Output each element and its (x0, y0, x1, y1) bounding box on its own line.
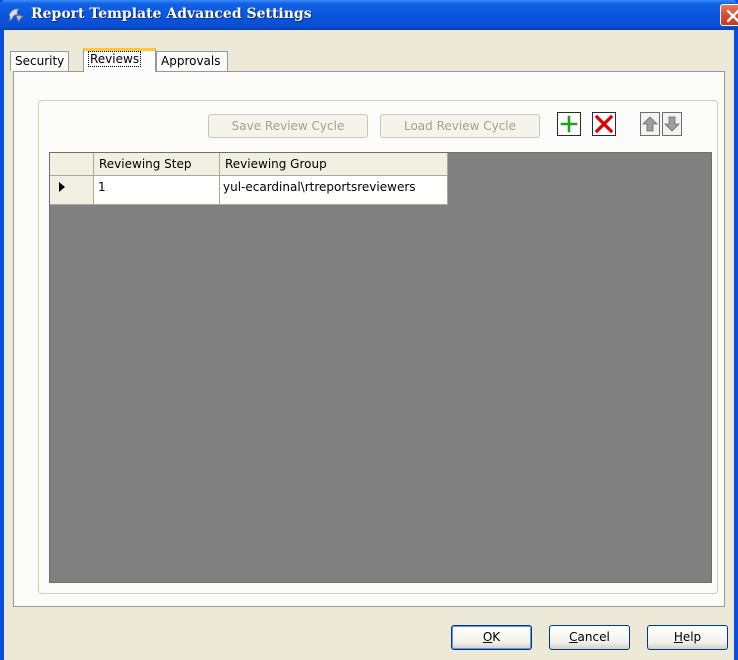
review-steps-grid[interactable]: Reviewing Step Reviewing Group 1 yul-eca… (49, 152, 712, 583)
tab-security-label: Security (15, 54, 65, 68)
plus-icon (560, 115, 578, 133)
column-header-reviewing-step[interactable]: Reviewing Step (94, 153, 220, 176)
current-row-arrow-icon (59, 182, 65, 192)
grid-corner-header (50, 153, 94, 176)
cell-reviewing-step[interactable]: 1 (94, 176, 220, 205)
cell-reviewing-step-value: 1 (98, 180, 106, 194)
column-header-reviewing-step-label: Reviewing Step (99, 157, 192, 171)
arrow-down-icon (664, 116, 680, 132)
cancel-button[interactable]: Cancel (549, 625, 630, 650)
ok-button[interactable]: OK (451, 625, 532, 650)
move-down-button[interactable] (662, 112, 682, 136)
cell-reviewing-group-value: yul-ecardinal\rtreportsreviewers (223, 180, 416, 194)
tab-security[interactable]: Security (10, 51, 69, 71)
app-icon (6, 6, 26, 24)
delete-icon (594, 114, 614, 134)
window-title: Report Template Advanced Settings (31, 6, 312, 22)
close-button[interactable] (720, 4, 738, 26)
tab-approvals-label: Approvals (161, 54, 221, 68)
save-review-cycle-button[interactable]: Save Review Cycle (208, 114, 368, 138)
ok-button-label: K (492, 630, 501, 644)
cancel-button-label: ancel (577, 630, 610, 644)
add-row-button[interactable] (557, 112, 581, 136)
help-button-mnemonic: H (673, 630, 683, 644)
column-header-reviewing-group[interactable]: Reviewing Group (220, 153, 448, 176)
load-review-cycle-button[interactable]: Load Review Cycle (380, 114, 540, 138)
title-bar[interactable]: Report Template Advanced Settings (0, 0, 738, 30)
save-review-cycle-label: Save Review Cycle (231, 119, 345, 133)
delete-row-button[interactable] (592, 112, 616, 136)
dialog-window: Report Template Advanced Settings Securi… (0, 0, 738, 660)
tab-approvals[interactable]: Approvals (156, 51, 228, 71)
cancel-button-mnemonic: C (569, 630, 578, 644)
close-icon (726, 9, 738, 23)
tab-reviews-label: Reviews (88, 51, 142, 67)
cell-reviewing-group[interactable]: yul-ecardinal\rtreportsreviewers (220, 176, 448, 205)
row-selector[interactable] (50, 176, 94, 205)
help-button[interactable]: Help (647, 625, 728, 650)
ok-button-mnemonic: O (482, 630, 493, 644)
help-button-label: elp (682, 630, 702, 644)
arrow-up-icon (642, 116, 658, 132)
column-header-reviewing-group-label: Reviewing Group (225, 157, 327, 171)
tab-reviews[interactable]: Reviews (83, 48, 156, 72)
load-review-cycle-label: Load Review Cycle (403, 119, 517, 133)
move-up-button[interactable] (640, 112, 660, 136)
